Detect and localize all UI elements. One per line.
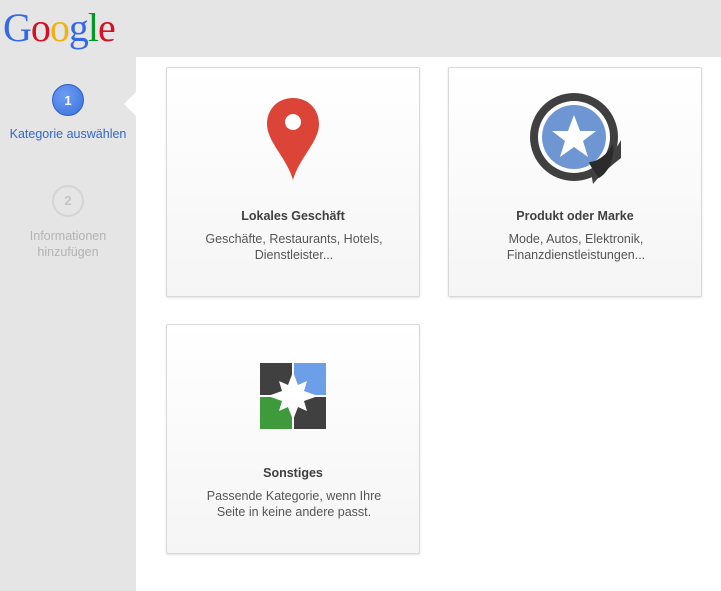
- card-description-line: Seite in keine andere passt.: [216, 505, 372, 519]
- star-badge-icon: [449, 92, 701, 189]
- category-card-product-brand[interactable]: Produkt oder Marke Mode, Autos, Elektron…: [448, 67, 702, 297]
- category-card-local-business[interactable]: Lokales Geschäft Geschäfte, Restaurants,…: [166, 67, 420, 297]
- logo-letter: e: [98, 5, 116, 50]
- active-step-pointer: [124, 92, 136, 116]
- card-title: Lokales Geschäft: [241, 209, 345, 223]
- logo-letter: o: [49, 5, 70, 50]
- google-logo[interactable]: Google: [3, 5, 116, 50]
- step-label-line: Informationen: [29, 229, 107, 243]
- step-label: Kategorie auswählen: [9, 127, 127, 141]
- category-card-other[interactable]: Sonstiges Passende Kategorie, wenn Ihre …: [166, 324, 420, 554]
- card-description-line: Finanzdienstleistungen...: [506, 248, 646, 262]
- step-number-badge: 2: [52, 185, 84, 217]
- logo-letter: g: [68, 5, 89, 50]
- logo-letter: o: [30, 5, 51, 50]
- card-description: Mode, Autos, Elektronik, Finanzdienstlei…: [469, 231, 683, 263]
- card-description-line: Geschäfte, Restaurants, Hotels,: [205, 232, 383, 246]
- card-description-line: Passende Kategorie, wenn Ihre: [206, 489, 382, 503]
- step-1[interactable]: 1 Kategorie auswählen: [0, 84, 136, 142]
- card-description: Passende Kategorie, wenn Ihre Seite in k…: [187, 488, 401, 520]
- map-pin-icon: [167, 96, 419, 187]
- card-title: Sonstiges: [263, 466, 323, 480]
- card-title: Produkt oder Marke: [516, 209, 634, 223]
- card-description-line: Dienstleister...: [254, 248, 334, 262]
- card-description-line: Mode, Autos, Elektronik,: [508, 232, 644, 246]
- logo-letter: G: [3, 5, 32, 50]
- logo-letter: l: [87, 5, 99, 50]
- step-label: Informationen hinzufügen: [0, 228, 136, 260]
- puzzle-squares-icon: [167, 363, 419, 434]
- step-2: 2 Informationen hinzufügen: [0, 185, 136, 260]
- card-description: Geschäfte, Restaurants, Hotels, Dienstle…: [187, 231, 401, 263]
- step-label-line: hinzufügen: [37, 245, 99, 259]
- step-number-badge: 1: [52, 84, 84, 116]
